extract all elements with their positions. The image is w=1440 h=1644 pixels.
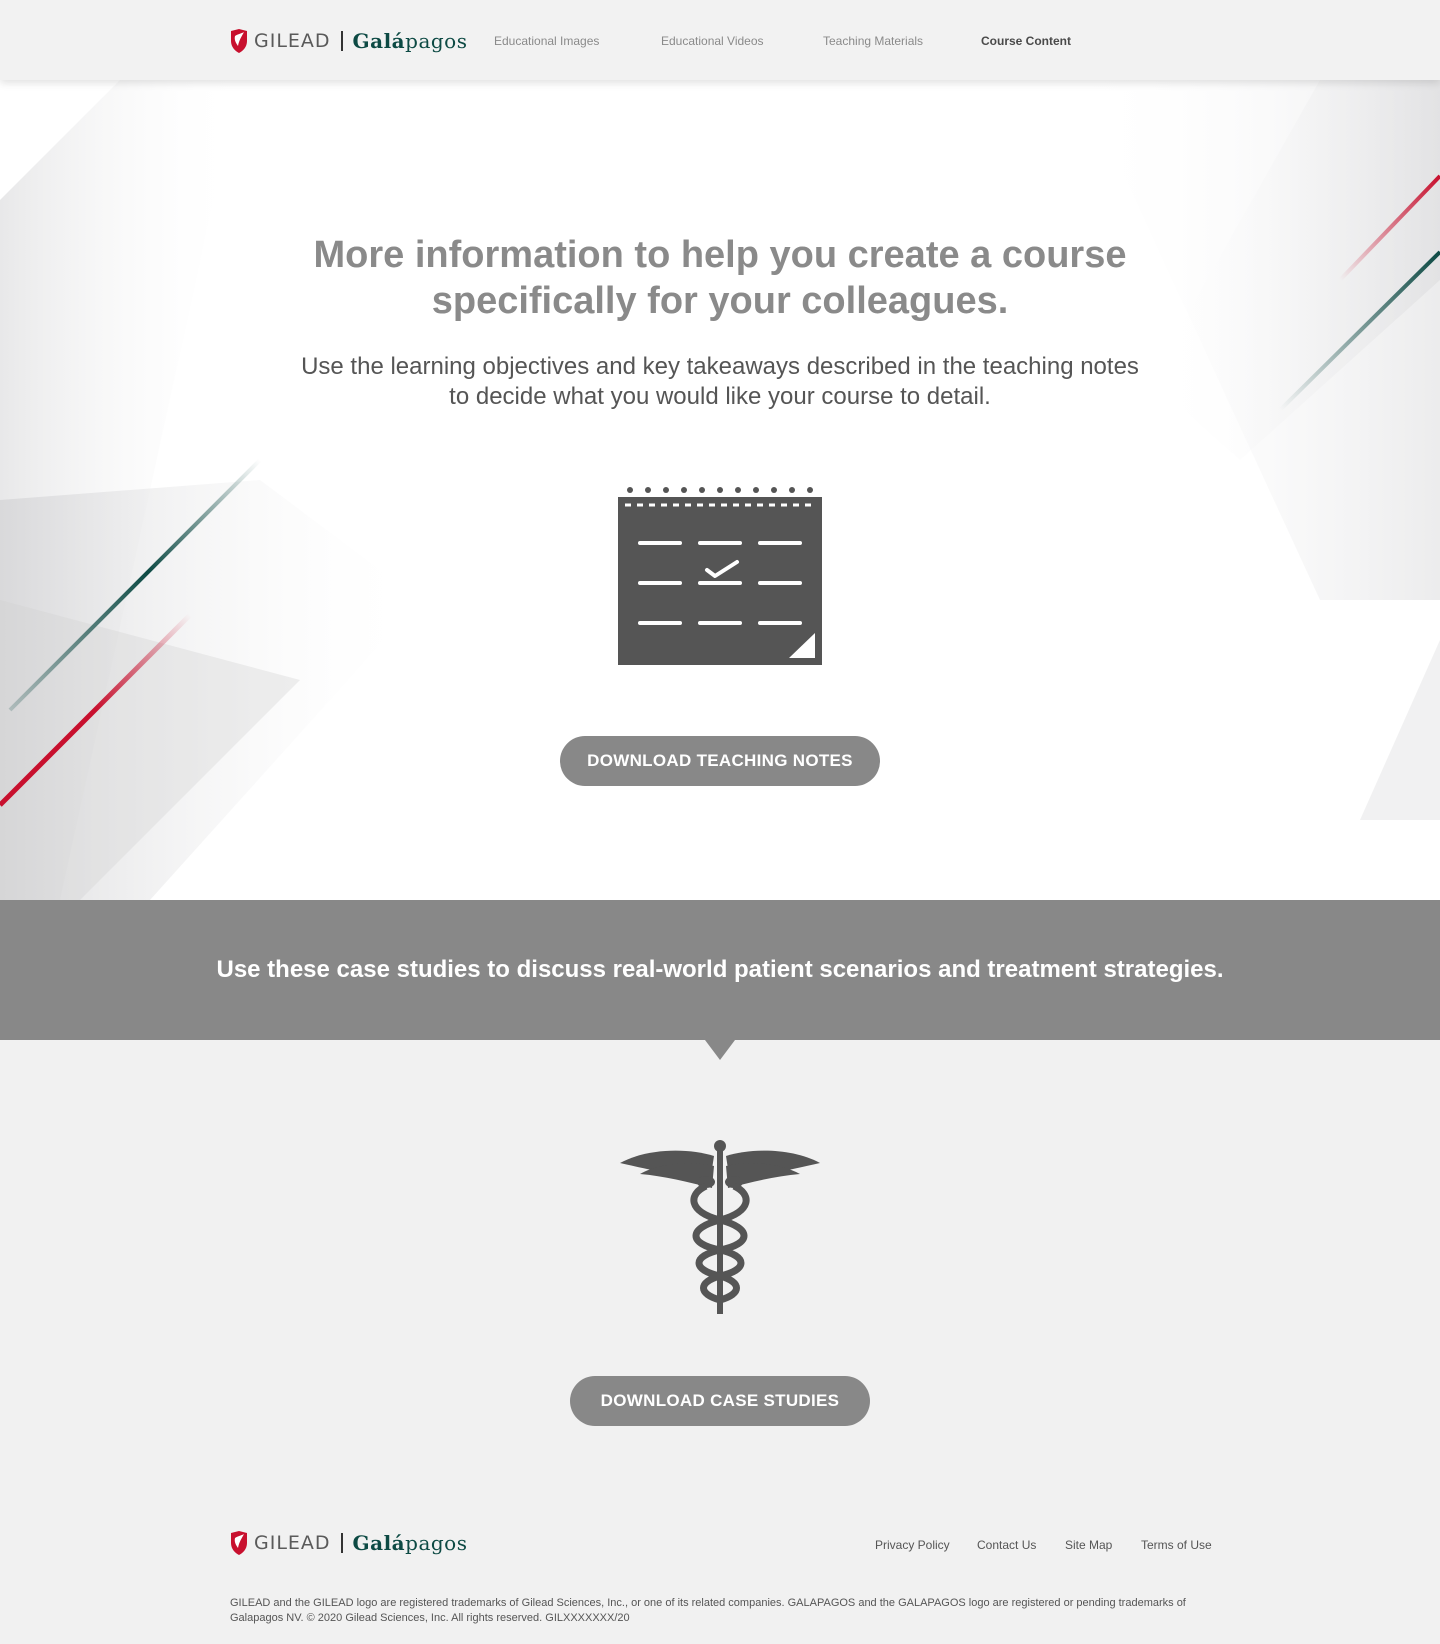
gilead-shield-icon	[231, 1531, 247, 1555]
download-teaching-notes-button[interactable]: DOWNLOAD TEACHING NOTES	[560, 736, 880, 786]
legal-disclaimer: GILEAD and the GILEAD logo are registere…	[230, 1597, 1186, 1624]
footer-logo-divider	[340, 1533, 343, 1553]
banner-pointer	[705, 1040, 735, 1060]
caduceus-icon	[620, 1140, 820, 1314]
footer-link-privacy-policy[interactable]: Privacy Policy	[875, 1538, 950, 1552]
gilead-wordmark: GILEAD	[254, 30, 331, 52]
logo-divider	[340, 31, 343, 51]
footer-galapagos-wordmark: Galápagos	[353, 1531, 468, 1555]
nav-teaching-materials[interactable]: Teaching Materials	[823, 34, 923, 48]
nav-educational-images[interactable]: Educational Images	[494, 34, 599, 48]
gilead-shield-icon	[231, 29, 247, 53]
footer-brand-logo[interactable]: GILEAD Galápagos	[229, 1528, 468, 1558]
hero-title: More information to help you create a co…	[313, 234, 1127, 322]
case-studies-banner: Use these case studies to discuss real-w…	[0, 900, 1440, 1040]
nav-course-content[interactable]: Course Content	[981, 34, 1071, 48]
nav-educational-videos[interactable]: Educational Videos	[661, 34, 764, 48]
galapagos-wordmark-rest: pagos	[405, 29, 468, 53]
hero-section: More information to help you create a co…	[0, 80, 1440, 900]
galapagos-wordmark: Galápagos	[353, 29, 468, 53]
footer-link-terms-of-use[interactable]: Terms of Use	[1141, 1538, 1212, 1552]
footer-link-site-map[interactable]: Site Map	[1065, 1538, 1112, 1552]
footer-link-contact-us[interactable]: Contact Us	[977, 1538, 1036, 1552]
galapagos-wordmark-first: Galá	[352, 29, 406, 53]
footer-galapagos-wordmark-first: Galá	[352, 1531, 406, 1555]
banner-text: Use these case studies to discuss real-w…	[216, 956, 1224, 983]
brand-logo[interactable]: GILEAD Galápagos	[229, 26, 468, 56]
download-case-studies-button[interactable]: DOWNLOAD CASE STUDIES	[570, 1376, 870, 1426]
footer-galapagos-wordmark-rest: pagos	[405, 1531, 468, 1555]
site-header: GILEAD Galápagos Educational Images Educ…	[0, 0, 1440, 80]
hero-subtitle: Use the learning objectives and key take…	[301, 353, 1139, 410]
footer-gilead-wordmark: GILEAD	[254, 1532, 331, 1554]
calendar-check-icon	[618, 487, 822, 665]
